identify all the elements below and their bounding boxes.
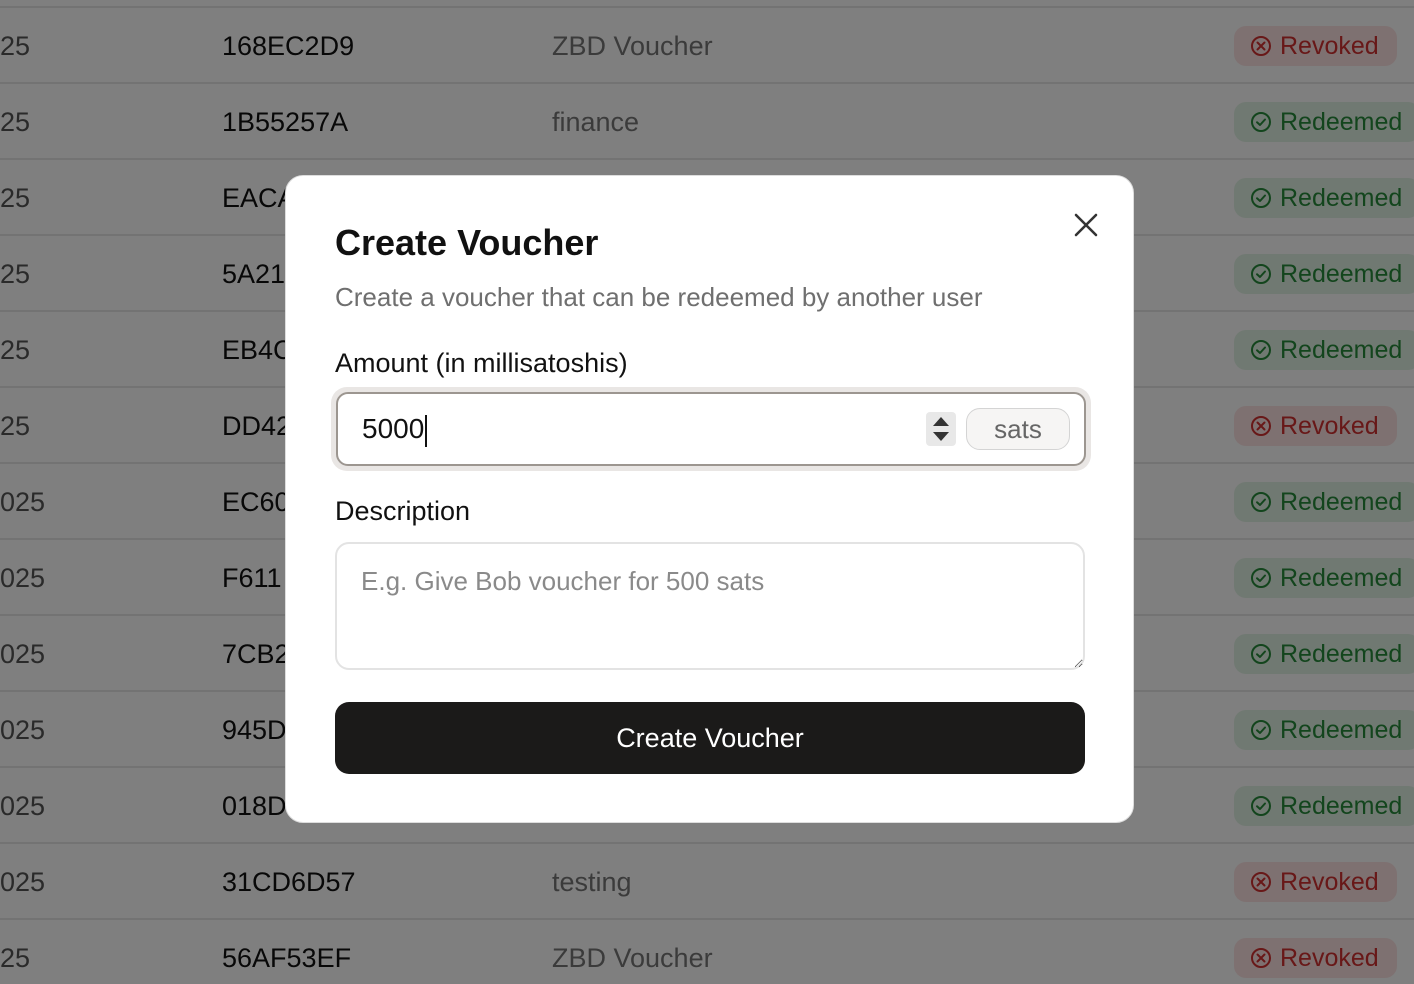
create-voucher-button[interactable]: Create Voucher bbox=[335, 702, 1085, 774]
stepper-down-icon[interactable] bbox=[933, 432, 949, 441]
dialog-title: Create Voucher bbox=[335, 222, 599, 263]
amount-input[interactable]: 5000 sats bbox=[336, 392, 1086, 466]
create-voucher-dialog: Create Voucher Create a voucher that can… bbox=[285, 175, 1134, 823]
amount-unit-badge: sats bbox=[966, 408, 1070, 450]
amount-stepper[interactable] bbox=[926, 412, 956, 446]
amount-label: Amount (in millisatoshis) bbox=[335, 348, 628, 378]
amount-input-value: 5000 bbox=[362, 394, 428, 464]
close-icon[interactable] bbox=[1073, 212, 1099, 238]
description-label: Description bbox=[335, 496, 471, 526]
dialog-subtitle: Create a voucher that can be redeemed by… bbox=[335, 282, 983, 312]
description-textarea[interactable] bbox=[335, 542, 1085, 670]
text-caret bbox=[425, 414, 428, 447]
amount-field-focus-ring: 5000 sats bbox=[331, 387, 1091, 471]
stepper-up-icon[interactable] bbox=[933, 417, 949, 426]
